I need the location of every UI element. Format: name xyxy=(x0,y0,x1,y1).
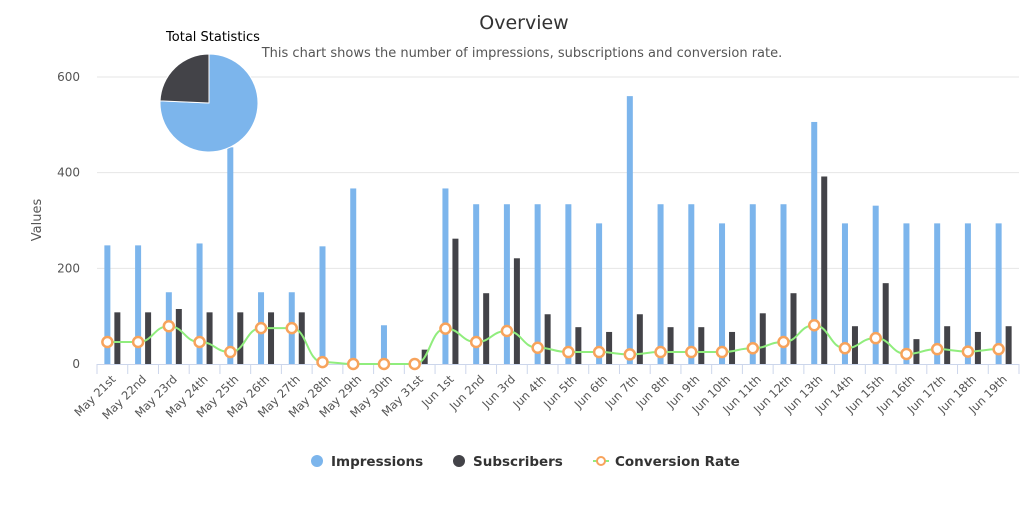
conversion-rate-point xyxy=(285,321,299,335)
subscribers-bar xyxy=(452,238,459,364)
impressions-bar xyxy=(688,204,695,364)
subscribers-bar xyxy=(636,314,643,364)
impressions-bar xyxy=(319,246,326,364)
subscribers-bar xyxy=(237,312,244,364)
x-tick-label: Jun 6th xyxy=(571,372,610,411)
legend-label: Subscribers xyxy=(473,454,563,470)
y-tick-label: 200 xyxy=(57,261,80,275)
conversion-rate-point xyxy=(685,345,698,359)
y-axis-ticks: 0 200 400 600 xyxy=(57,70,80,371)
conversion-rate-point xyxy=(654,345,667,359)
conversion-rate-point xyxy=(838,341,852,355)
impressions-bar xyxy=(227,147,234,364)
conversion-rate-point xyxy=(777,335,790,349)
subscribers-bar xyxy=(175,308,182,364)
subscribers-bar xyxy=(729,331,736,364)
combo-chart: Overview This chart shows the number of … xyxy=(30,12,1020,470)
conversion-rate-point xyxy=(101,335,114,349)
chart-subtitle: This chart shows the number of impressio… xyxy=(261,46,783,61)
impressions-bar xyxy=(995,223,1002,364)
conversion-rate-point xyxy=(900,347,913,361)
x-tick-label: Jun 3rd xyxy=(479,372,518,411)
impressions-bar xyxy=(719,223,726,364)
subscribers-bar xyxy=(544,314,551,364)
subscribers-bar xyxy=(114,312,121,364)
legend-symbol-impressions xyxy=(311,455,323,467)
conversion-rate-point xyxy=(346,357,360,371)
conversion-rate-point xyxy=(807,319,821,332)
conversion-rate-point xyxy=(254,321,268,335)
y-tick-label: 400 xyxy=(57,166,80,180)
conversion-rate-point xyxy=(531,341,544,354)
pie-title: Total Statistics xyxy=(165,30,260,45)
subscribers-bar xyxy=(759,313,766,364)
legend-marker-symbol xyxy=(596,456,606,466)
impressions-bar xyxy=(350,188,357,364)
impressions-bar xyxy=(565,204,572,364)
subscribers-bar xyxy=(483,293,490,364)
conversion-rate-point xyxy=(408,357,421,371)
conversion-rate-point xyxy=(193,335,206,349)
conversion-rate-point xyxy=(592,345,606,359)
impressions-bar xyxy=(903,223,910,364)
x-tick-label: Jun 7th xyxy=(602,372,641,411)
subscribers-bar xyxy=(882,283,889,364)
subscribers-bar xyxy=(268,312,275,364)
conversion-rate-point xyxy=(162,319,176,333)
conversion-rate-point xyxy=(869,331,882,345)
impressions-bar xyxy=(934,223,941,364)
impressions-bar xyxy=(596,223,603,364)
subscribers-bar xyxy=(974,331,981,364)
conversion-rate-point xyxy=(715,345,729,359)
impressions-bar xyxy=(749,204,756,364)
pie-chart xyxy=(159,53,259,153)
x-tick-label: Jun 4th xyxy=(509,372,548,411)
legend-label: Conversion Rate xyxy=(615,454,740,470)
subscribers-bar xyxy=(790,293,797,364)
y-tick-label: 0 xyxy=(72,357,80,371)
x-tick-label: Jun 8th xyxy=(632,372,671,411)
subscribers-bar xyxy=(698,327,705,364)
impressions-bar xyxy=(534,204,541,364)
impressions-bar xyxy=(657,204,664,364)
conversion-rate-point xyxy=(746,341,760,355)
chart-title: Overview xyxy=(479,12,568,34)
impressions-bar xyxy=(442,188,449,364)
subscribers-bar xyxy=(575,327,582,364)
conversion-rate-point xyxy=(316,355,329,369)
conversion-rate-point xyxy=(224,345,237,359)
y-tick-label: 600 xyxy=(57,70,80,84)
legend-symbol-subscribers xyxy=(453,455,465,467)
subscribers-bar xyxy=(1005,326,1012,364)
conversion-rate-point xyxy=(992,342,1005,356)
conversion-rate-point xyxy=(562,345,575,359)
subscribers-slice xyxy=(159,53,210,104)
conversion-rate-point xyxy=(623,348,637,361)
subscribers-bar xyxy=(513,258,520,364)
conversion-rate-point xyxy=(439,322,452,335)
subscribers-bar xyxy=(944,326,951,364)
conversion-rate-point xyxy=(377,357,391,371)
y-axis-label: Values xyxy=(30,199,45,242)
conversion-rate-point xyxy=(469,335,483,349)
subscribers-bar xyxy=(606,331,613,364)
legend: Impressions Subscribers Conversion Rate xyxy=(311,454,740,470)
subscribers-bar xyxy=(821,176,828,364)
conversion-rate-point xyxy=(500,324,514,338)
subscribers-bar xyxy=(667,327,674,364)
conversion-rate-point xyxy=(930,342,944,356)
conversion-rate-point xyxy=(131,335,145,349)
impressions-bar xyxy=(626,96,633,364)
legend-label: Impressions xyxy=(331,454,423,470)
impressions-bar xyxy=(503,204,510,364)
conversion-rate-point xyxy=(961,345,975,358)
x-tick-label: Jun 5th xyxy=(540,372,579,411)
subscribers-bar xyxy=(206,312,213,364)
x-axis: May 21stMay 22ndMay 23rdMay 24thMay 25th… xyxy=(71,364,1020,422)
impressions-bar xyxy=(964,223,971,364)
